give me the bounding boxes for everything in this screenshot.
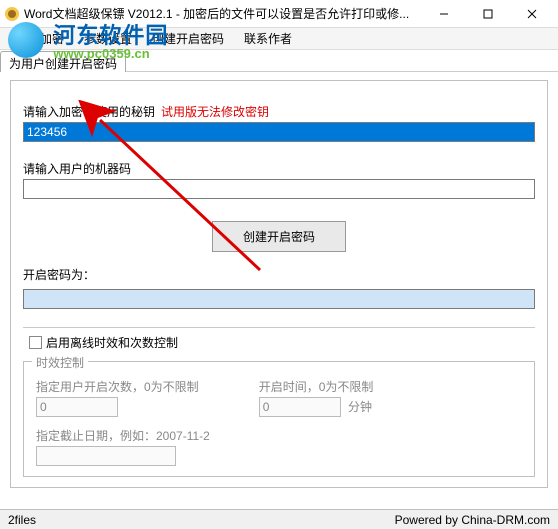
trial-note: 试用版无法修改密钥 [161,103,269,120]
tab-create-pw[interactable]: 为用户创建开启密码 [0,51,126,72]
menu-file-encrypt[interactable]: 文件加密 [6,28,74,49]
open-time-input[interactable] [259,397,341,417]
open-password-field[interactable] [23,289,535,309]
app-icon [4,6,20,22]
status-left: 2files [8,513,36,527]
window-titlebar: Word文档超级保镖 V2012.1 - 加密后的文件可以设置是否允许打印或修.… [0,0,558,28]
status-right: Powered by China-DRM.com [395,513,550,527]
window-title: Word文档超级保镖 V2012.1 - 加密后的文件可以设置是否允许打印或修.… [24,5,422,22]
label-enable-offline: 启用离线时效和次数控制 [46,334,178,351]
menubar: 文件加密 参数设置 创建开启密码 联系作者 [0,28,558,50]
minimize-button[interactable] [422,0,466,28]
label-deadline: 指定截止日期，例如：2007-11-2 [36,427,522,444]
deadline-input[interactable] [36,446,176,466]
maximize-button[interactable] [466,0,510,28]
tab-strip: 为用户创建开启密码 [0,50,558,72]
status-bar: 2files Powered by China-DRM.com [0,509,558,529]
content-panel: 请输入加密时使用的秘钥 试用版无法修改密钥 请输入用户的机器码 创建开启密码 开… [0,72,558,496]
time-control-group: 时效控制 指定用户开启次数，0为不限制 开启时间，0为不限制 分钟 指定截止日期… [23,361,535,477]
machine-code-input[interactable] [23,179,535,199]
menu-create-open-pw[interactable]: 创建开启密码 [142,28,234,49]
create-password-button[interactable]: 创建开启密码 [212,221,346,252]
open-count-input[interactable] [36,397,118,417]
label-open-count: 指定用户开启次数，0为不限制 [36,378,199,395]
close-button[interactable] [510,0,554,28]
time-control-title: 时效控制 [32,354,88,371]
menu-param-settings[interactable]: 参数设置 [74,28,142,49]
label-open-pw: 开启密码为： [23,266,95,283]
label-enter-secret: 请输入加密时使用的秘钥 [23,103,155,120]
enable-offline-checkbox[interactable] [29,336,42,349]
label-minutes: 分钟 [348,400,372,414]
menu-contact-author[interactable]: 联系作者 [234,28,302,49]
label-machine-code: 请输入用户的机器码 [23,160,131,177]
secret-key-input[interactable] [23,122,535,142]
label-open-time: 开启时间，0为不限制 [259,378,374,395]
main-group: 请输入加密时使用的秘钥 试用版无法修改密钥 请输入用户的机器码 创建开启密码 开… [10,80,548,488]
